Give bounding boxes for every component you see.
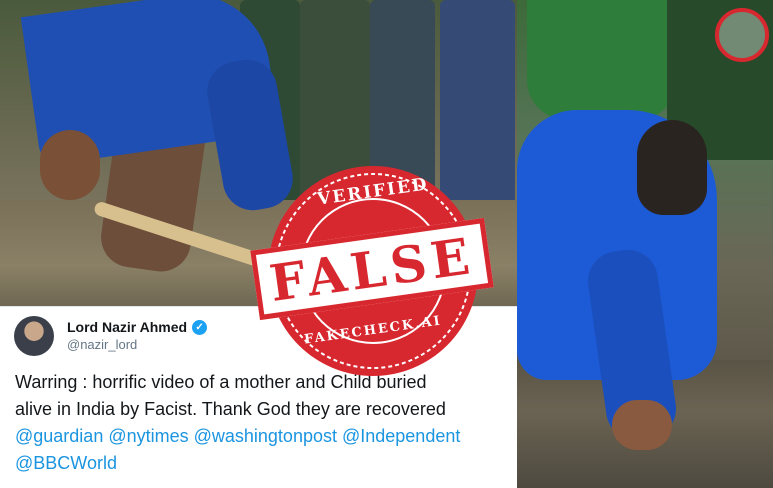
avatar bbox=[14, 316, 54, 356]
crowd-person bbox=[527, 0, 677, 120]
tweet-mentions: @guardian @nytimes @washingtonpost @Inde… bbox=[15, 426, 461, 446]
tweet-author-row: Lord Nazir Ahmed ✓ bbox=[67, 319, 208, 335]
man-hand bbox=[40, 130, 100, 200]
man-hand bbox=[612, 400, 672, 450]
tweet-text-line: alive in India by Facist. Thank God they… bbox=[15, 399, 446, 419]
man-head bbox=[637, 120, 707, 215]
tweet-text: Warring : horrific video of a mother and… bbox=[15, 369, 515, 477]
false-stamp: VERIFIED FALSE FAKECHECK.AI bbox=[250, 160, 494, 382]
verified-badge-icon: ✓ bbox=[192, 319, 208, 335]
author-handle: @nazir_lord bbox=[67, 337, 138, 352]
corner-stamp-icon bbox=[715, 8, 769, 62]
author-name: Lord Nazir Ahmed bbox=[67, 319, 188, 335]
right-photo bbox=[517, 0, 773, 488]
tweet-mentions: @BBCWorld bbox=[15, 453, 117, 473]
fact-check-image: Lord Nazir Ahmed ✓ @nazir_lord Warring :… bbox=[0, 0, 773, 488]
